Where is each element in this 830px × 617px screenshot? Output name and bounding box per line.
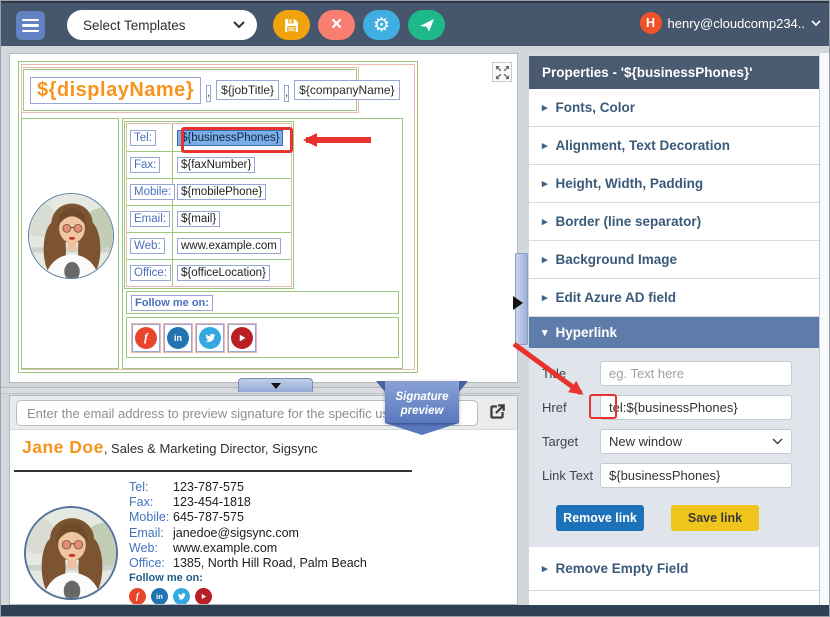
signature-preview-ribbon: Signature preview (376, 381, 468, 435)
facebook-icon[interactable]: f (131, 322, 161, 353)
separator-line (14, 470, 412, 472)
target-select[interactable]: New window (600, 429, 792, 454)
target-label: Target (542, 434, 579, 449)
section-border[interactable]: Border (line separator) (529, 203, 819, 241)
save-link-button[interactable]: Save link (671, 505, 759, 531)
preview-name: Jane Doe (22, 437, 104, 457)
comma-separator[interactable]: , (284, 85, 290, 102)
chevron-down-icon (772, 438, 783, 445)
follow-row: Follow me on: (126, 291, 399, 314)
social-icons-row: f in (126, 317, 399, 358)
open-external-icon[interactable] (485, 400, 509, 424)
table-row: Office: ${officeLocation} (127, 259, 291, 286)
section-edit-azure-ad[interactable]: Edit Azure AD field (529, 279, 819, 317)
templates-dropdown[interactable]: Select Templates (67, 10, 257, 40)
section-background-image[interactable]: Background Image (529, 241, 819, 279)
field-mobile-label[interactable]: Mobile: (130, 184, 176, 200)
field-email-label[interactable]: Email: (130, 211, 170, 227)
linkedin-icon[interactable]: in (163, 322, 193, 353)
hyperlink-section-body: Title Href Target New window Link Text (529, 348, 819, 547)
field-mail[interactable]: ${mail} (177, 211, 221, 227)
field-mobile-phone[interactable]: ${mobilePhone} (177, 184, 267, 200)
twitter-icon[interactable] (173, 588, 190, 604)
properties-panel: Properties - '${businessPhones}' Fonts, … (529, 53, 829, 605)
menu-icon[interactable] (16, 11, 45, 40)
top-toolbar: Select Templates × ⚙ H henry@cloudcomp23… (1, 1, 829, 46)
section-alignment[interactable]: Alignment, Text Decoration (529, 127, 819, 165)
section-hyperlink[interactable]: Hyperlink (529, 317, 819, 348)
fullscreen-icon[interactable] (492, 62, 512, 82)
preview-social-icons: f in (129, 588, 212, 604)
preview-title: , Sales & Marketing Director, Sigsync (103, 441, 318, 456)
contact-column: Tel: ${businessPhones} Fax: ${faxNumber}… (122, 118, 403, 369)
field-job-title[interactable]: ${jobTitle} (216, 80, 280, 100)
signature-table-frame: ${displayName} , ${jobTitle} , ${company… (18, 61, 418, 373)
scrollbar-track[interactable] (819, 53, 829, 605)
name-row: ${displayName} , ${jobTitle} , ${company… (21, 67, 400, 113)
arrow-down-icon (270, 382, 281, 389)
photo-column (21, 118, 119, 369)
preview-contact-block: Tel: 123-787-575 Fax: 123-454-1818 Mobile:… (129, 480, 367, 571)
contact-table: Tel: ${businessPhones} Fax: ${faxNumber}… (124, 121, 294, 289)
gear-icon: ⚙ (372, 14, 391, 36)
section-remove-empty-field[interactable]: Remove Empty Field (529, 547, 819, 591)
close-button[interactable]: × (318, 10, 355, 40)
properties-header: Properties - '${businessPhones}' (529, 56, 819, 89)
collapse-preview-tab[interactable] (238, 378, 313, 392)
templates-dropdown-label: Select Templates (83, 17, 186, 33)
field-office-label[interactable]: Office: (130, 265, 172, 281)
floppy-disk-icon (285, 18, 298, 32)
close-icon: × (330, 14, 343, 35)
table-row: Mobile: ${mobilePhone} (127, 178, 291, 205)
preview-name-line: Jane Doe, Sales & Marketing Director, Si… (22, 437, 318, 458)
table-row: Email: ${mail} (127, 205, 291, 232)
user-avatar: H (639, 12, 662, 34)
field-display-name[interactable]: ${displayName} (30, 76, 202, 104)
preview-photo (24, 506, 118, 600)
signature-editor-app: Select Templates × ⚙ H henry@cloudcomp23… (0, 0, 830, 617)
section-fonts-color[interactable]: Fonts, Color (529, 89, 819, 127)
section-remove-add-newline[interactable]: Remove / Add Newline (line break) (529, 591, 819, 605)
table-row: Tel: ${businessPhones} (127, 124, 291, 151)
href-input[interactable] (600, 395, 792, 420)
arrow-right-icon (513, 296, 523, 310)
youtube-icon[interactable] (227, 322, 257, 353)
chevron-down-icon (811, 19, 821, 26)
field-office-location[interactable]: ${officeLocation} (177, 265, 270, 281)
follow-me-label[interactable]: Follow me on: (131, 294, 213, 311)
title-input[interactable] (600, 361, 792, 386)
href-label: Href (542, 400, 567, 415)
field-company-name[interactable]: ${companyName} (294, 80, 400, 100)
youtube-icon[interactable] (195, 588, 212, 604)
template-editor-canvas: ${displayName} , ${jobTitle} , ${company… (9, 53, 518, 383)
user-account-menu[interactable]: H henry@cloudcomp234.. (639, 12, 822, 34)
field-business-phones[interactable]: ${businessPhones} (177, 129, 284, 146)
preview-follow-label: Follow me on: (129, 572, 203, 584)
field-web-label[interactable]: Web: (130, 238, 165, 254)
table-row: Fax: ${faxNumber} (127, 151, 291, 178)
twitter-icon[interactable] (195, 322, 225, 353)
field-web-url[interactable]: www.example.com (177, 238, 281, 254)
field-tel-label[interactable]: Tel: (130, 129, 156, 146)
user-photo[interactable] (28, 193, 114, 279)
facebook-icon[interactable]: f (129, 588, 146, 604)
settings-button[interactable]: ⚙ (363, 10, 400, 40)
send-button[interactable] (408, 10, 445, 40)
remove-link-button[interactable]: Remove link (556, 505, 644, 531)
title-label: Title (542, 366, 567, 381)
field-fax-number[interactable]: ${faxNumber} (177, 157, 256, 173)
linkedin-icon[interactable]: in (151, 588, 168, 604)
section-height-width-padding[interactable]: Height, Width, Padding (529, 165, 819, 203)
paper-plane-icon (419, 19, 434, 32)
link-text-label: Link Text (542, 468, 594, 483)
bottom-bar (1, 605, 829, 616)
table-row: Web: www.example.com (127, 232, 291, 259)
user-email: henry@cloudcomp234.. (667, 15, 806, 31)
link-text-input[interactable] (600, 463, 792, 488)
chevron-down-icon (233, 21, 245, 29)
field-fax-label[interactable]: Fax: (130, 157, 161, 173)
comma-separator[interactable]: , (206, 85, 212, 102)
save-template-button[interactable] (273, 10, 310, 40)
